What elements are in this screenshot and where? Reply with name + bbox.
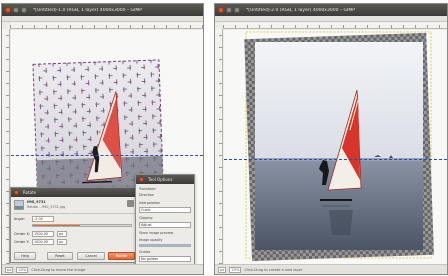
maximize-icon[interactable] <box>21 7 27 13</box>
left-gimp-window: *[Untitled]-1.0 (RGB, 1 layer) 4000x3000… <box>1 3 204 275</box>
unit-select[interactable]: px <box>218 266 227 273</box>
opacity-slider[interactable] <box>139 244 191 247</box>
option-row: Image opacity <box>139 238 163 242</box>
left-statusbar: px 25% Click-Drag to move the image <box>2 264 203 274</box>
minimize-icon[interactable] <box>226 7 232 13</box>
close-icon[interactable] <box>139 177 144 182</box>
horizontal-ruler[interactable] <box>223 22 447 29</box>
layer-thumbnail <box>14 200 24 210</box>
angle-slider-fill <box>33 225 81 226</box>
center-y-label: Center Y: <box>14 240 30 244</box>
tool-options-panel: Tool Options Transform: Direction Interp… <box>135 174 195 274</box>
angle-input[interactable]: -2.00 <box>32 216 54 222</box>
center-x-unit[interactable]: px <box>57 231 67 237</box>
right-titlebar: *[Untitled]-2.0 (RGB, 1 layer) 4000x3000… <box>215 4 447 16</box>
option-row: Interpolation <box>139 201 161 205</box>
zoom-select[interactable]: 25% <box>229 266 242 273</box>
guides-select[interactable]: No guides <box>139 256 191 262</box>
maximize-icon[interactable] <box>234 7 240 13</box>
layer-name: IMG_9731 <box>27 200 46 204</box>
status-message: Click-Drag to move the image <box>31 267 86 272</box>
preview-checkbox[interactable]: Show image preview <box>139 231 191 236</box>
dialog-title: Rotate <box>23 190 37 195</box>
horizontal-ruler[interactable] <box>10 22 203 29</box>
layer-subtitle: Rotate – IMG_9731.jpg <box>27 205 66 209</box>
help-button[interactable]: Help <box>14 252 36 260</box>
zoom-select[interactable]: 25% <box>16 266 29 273</box>
rotate-button[interactable]: Rotate <box>108 252 135 260</box>
left-titlebar: *[Untitled]-1.0 (RGB, 1 layer) 4000x3000… <box>2 4 203 16</box>
close-icon[interactable] <box>14 190 19 195</box>
status-message: Click-Drag to create a new layer <box>244 267 303 272</box>
layer-settings-icon[interactable] <box>127 200 134 207</box>
center-y-unit[interactable]: px <box>57 239 67 245</box>
cancel-button[interactable]: Cancel <box>77 252 105 260</box>
clipping-select[interactable]: Adjust <box>139 222 191 228</box>
angle-slider[interactable] <box>32 224 132 227</box>
rotated-photo <box>244 31 434 262</box>
close-icon[interactable] <box>218 7 224 13</box>
tool-options-titlebar[interactable]: Tool Options <box>136 175 194 184</box>
vertical-ruler[interactable] <box>215 29 223 264</box>
reset-button[interactable]: Reset <box>47 252 73 260</box>
angle-label: Angle: <box>14 217 25 221</box>
minimize-icon[interactable] <box>13 7 19 13</box>
option-row[interactable]: Direction <box>139 193 191 198</box>
window-title: *[Untitled]-2.0 (RGB, 1 layer) 4000x3000… <box>246 7 355 13</box>
rotate-dialog: Rotate IMG_9731 Rotate – IMG_9731.jpg An… <box>10 187 138 263</box>
interpolation-select[interactable]: Cubic <box>139 207 191 213</box>
horizontal-guide[interactable] <box>11 155 203 156</box>
option-row: Clipping <box>139 216 153 220</box>
close-icon[interactable] <box>5 7 11 13</box>
horizontal-guide[interactable] <box>224 159 447 160</box>
unit-select[interactable]: px <box>5 266 14 273</box>
option-row: Guides <box>139 250 151 254</box>
divider <box>13 213 135 214</box>
right-gimp-window: *[Untitled]-2.0 (RGB, 1 layer) 4000x3000… <box>214 3 448 275</box>
center-y-input[interactable]: 1000.00 <box>32 239 54 245</box>
right-statusbar: px 25% Click-Drag to create a new layer <box>215 264 447 274</box>
vertical-ruler[interactable] <box>2 29 10 264</box>
image-canvas[interactable] <box>224 30 447 264</box>
panel-title: Tool Options <box>148 177 173 182</box>
rotate-dialog-titlebar[interactable]: Rotate <box>11 188 137 197</box>
window-title: *[Untitled]-1.0 (RGB, 1 layer) 4000x3000… <box>33 7 142 13</box>
center-x-input[interactable]: 1500.00 <box>32 231 54 237</box>
center-x-label: Center X: <box>14 232 30 236</box>
option-row: Transform: <box>139 187 157 191</box>
opacity-slider-fill <box>140 245 190 246</box>
